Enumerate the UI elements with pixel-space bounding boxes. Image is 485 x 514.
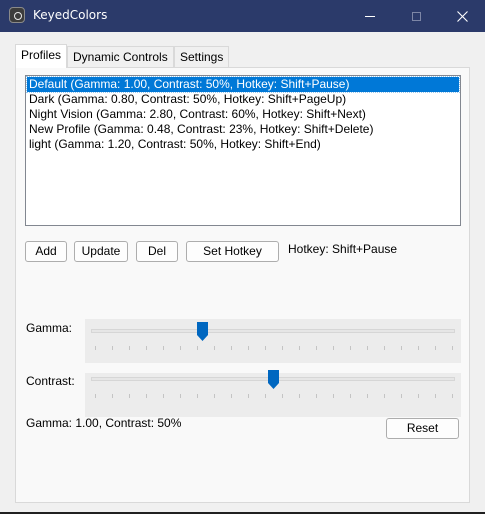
list-item[interactable]: Night Vision (Gamma: 2.80, Contrast: 60%… — [27, 107, 459, 122]
slider-tick — [248, 346, 249, 350]
slider-tick — [180, 394, 181, 398]
slider-tick — [299, 346, 300, 350]
slider-tick — [197, 394, 198, 398]
slider-tick — [384, 346, 385, 350]
list-item[interactable]: Default (Gamma: 1.00, Contrast: 50%, Hot… — [26, 76, 460, 93]
tab-settings[interactable]: Settings — [174, 46, 230, 68]
minimize-icon — [365, 15, 375, 17]
gamma-label: Gamma: — [26, 321, 73, 335]
slider-tick — [282, 346, 283, 350]
maximize-button[interactable] — [393, 0, 439, 32]
slider-tick — [418, 346, 419, 350]
slider-tick — [95, 346, 96, 350]
gamma-slider-thumb[interactable] — [196, 322, 208, 341]
slider-tick — [401, 346, 402, 350]
hotkey-label: Hotkey: Shift+Pause — [288, 242, 398, 256]
reset-button[interactable]: Reset — [386, 418, 459, 439]
title-bar[interactable]: KeyedColors — [0, 0, 485, 32]
slider-tick — [384, 394, 385, 398]
list-item[interactable]: light (Gamma: 1.20, Contrast: 50%, Hotke… — [27, 137, 459, 152]
slider-tick — [112, 394, 113, 398]
slider-tick — [146, 394, 147, 398]
gamma-slider-track — [91, 329, 455, 333]
slider-tick — [435, 346, 436, 350]
minimize-button[interactable] — [347, 0, 393, 32]
maximize-icon — [411, 11, 421, 21]
slider-tick — [316, 394, 317, 398]
tab-dynamic-controls[interactable]: Dynamic Controls — [67, 46, 174, 68]
profiles-panel: Default (Gamma: 1.00, Contrast: 50%, Hot… — [15, 67, 470, 503]
add-button[interactable]: Add — [25, 241, 67, 262]
status-text: Gamma: 1.00, Contrast: 50% — [26, 416, 182, 430]
slider-tick — [452, 346, 453, 350]
gamma-slider[interactable] — [85, 319, 461, 363]
slider-tick — [197, 346, 198, 350]
slider-tick — [333, 394, 334, 398]
slider-tick — [214, 394, 215, 398]
window-client-area: Profiles Dynamic Controls Settings Defau… — [0, 32, 485, 512]
slider-tick — [435, 394, 436, 398]
slider-tick — [282, 394, 283, 398]
slider-tick — [452, 394, 453, 398]
slider-tick — [146, 346, 147, 350]
slider-tick — [129, 394, 130, 398]
set-hotkey-button[interactable]: Set Hotkey — [186, 241, 279, 262]
slider-tick — [231, 346, 232, 350]
slider-tick — [214, 346, 215, 350]
slider-tick — [163, 394, 164, 398]
slider-tick — [248, 394, 249, 398]
slider-tick — [265, 394, 266, 398]
profiles-list[interactable]: Default (Gamma: 1.00, Contrast: 50%, Hot… — [25, 75, 461, 226]
contrast-slider[interactable] — [85, 370, 461, 417]
slider-tick — [265, 346, 266, 350]
slider-tick — [367, 394, 368, 398]
delete-button[interactable]: Del — [136, 241, 178, 262]
list-item[interactable]: Dark (Gamma: 0.80, Contrast: 50%, Hotkey… — [27, 92, 459, 107]
slider-tick — [367, 346, 368, 350]
update-button[interactable]: Update — [74, 241, 128, 262]
slider-tick — [401, 394, 402, 398]
slider-tick — [231, 394, 232, 398]
slider-tick — [316, 346, 317, 350]
slider-tick — [418, 394, 419, 398]
app-icon — [9, 7, 25, 23]
tab-profiles[interactable]: Profiles — [15, 44, 68, 68]
close-icon — [456, 10, 468, 22]
window-title: KeyedColors — [33, 8, 108, 22]
close-button[interactable] — [439, 0, 485, 32]
slider-tick — [333, 346, 334, 350]
list-item[interactable]: New Profile (Gamma: 0.48, Contrast: 23%,… — [27, 122, 459, 137]
slider-tick — [299, 394, 300, 398]
contrast-label: Contrast: — [26, 374, 75, 388]
slider-tick — [350, 346, 351, 350]
slider-tick — [129, 346, 130, 350]
contrast-slider-thumb[interactable] — [268, 370, 279, 389]
slider-tick — [95, 394, 96, 398]
slider-tick — [180, 346, 181, 350]
slider-tick — [112, 346, 113, 350]
slider-tick — [350, 394, 351, 398]
slider-tick — [163, 346, 164, 350]
